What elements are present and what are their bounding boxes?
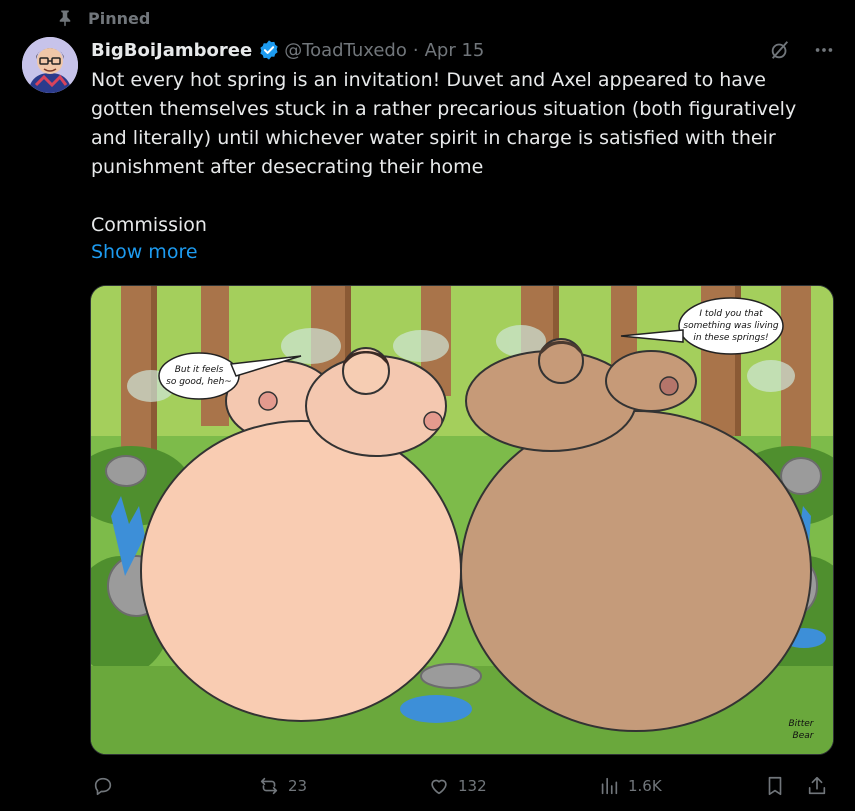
share-button[interactable] [806,770,828,802]
pinned-label: Pinned [88,8,151,28]
speech-right-line-2: something was living [683,321,778,331]
artist-signature-line-2: Bear [793,731,815,741]
views-button[interactable]: 1.6K [598,770,662,802]
show-more-link[interactable]: Show more [91,238,198,267]
handle[interactable]: @ToadTuxedo [284,40,407,61]
bookmark-button[interactable] [764,770,786,802]
speech-right-line-3: in these springs! [693,333,768,343]
like-count: 132 [458,777,487,795]
views-count: 1.6K [628,777,662,795]
pin-icon [59,10,71,27]
speech-left-line-2: so good, heh~ [166,377,232,387]
bookmark-icon [768,776,782,796]
repost-count: 23 [288,777,308,795]
reply-icon [94,777,112,796]
separator-dot: · [412,39,419,61]
avatar[interactable] [22,37,78,93]
like-button[interactable]: 132 [428,770,487,802]
more-options-icon[interactable] [813,39,835,61]
repost-icon [260,777,278,795]
views-icon [601,777,618,795]
repost-button[interactable]: 23 [258,770,307,802]
reply-button[interactable] [92,770,122,802]
tweet-action-bar: 23 132 1.6K [88,770,833,802]
display-name[interactable]: BigBoiJamboree [91,40,252,61]
heart-icon [431,779,447,795]
post-date[interactable]: Apr 15 [425,40,485,61]
share-icon [808,776,826,795]
avatar-image [22,37,78,93]
tweet-header: BigBoiJamboree @ToadTuxedo · Apr 15 [91,36,835,64]
pinned-indicator: Pinned [56,6,150,30]
speech-right-line-1: I told you that [699,309,763,319]
artist-signature-line-1: Bitter [789,719,815,729]
grok-icon[interactable] [769,39,791,61]
tweet-media-image[interactable]: But it feels so good, heh~ I told you th… [90,285,834,755]
illustration: But it feels so good, heh~ I told you th… [91,286,833,754]
speech-left-line-1: But it feels [175,365,224,375]
verified-badge-icon[interactable] [258,39,280,61]
tweet-text: Not every hot spring is an invitation! D… [91,69,797,236]
